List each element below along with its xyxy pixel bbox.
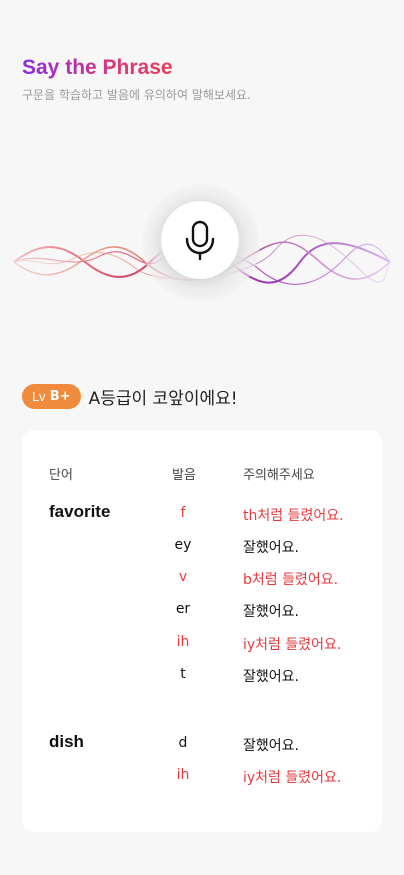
feedback-cell: iy처럼 들렸어요.: [243, 637, 342, 653]
feedback-cell: th처럼 들렸어요.: [243, 508, 344, 524]
level-badge-prefix: Lv: [32, 389, 46, 404]
level-row: Lv B+ A등급이 코앞이에요!: [22, 384, 238, 409]
microphone-icon: [185, 220, 215, 260]
phoneme-cell: v: [178, 569, 188, 585]
feedback-cell: iy처럼 들렸어요.: [243, 770, 342, 786]
level-grade: B+: [49, 389, 71, 404]
phoneme-cell: ih: [176, 634, 190, 650]
feedback-cell: 잘했어요.: [243, 669, 299, 685]
level-badge: Lv B+: [22, 384, 81, 409]
feedback-cell: 잘했어요.: [243, 540, 299, 556]
phoneme-cell: t: [180, 666, 186, 682]
feedback-cell: 잘했어요.: [243, 738, 299, 754]
column-header-word: 단어: [49, 468, 73, 483]
phoneme-cell: d: [178, 735, 188, 751]
phoneme-cell: ey: [174, 537, 192, 553]
column-header-feedback: 주의해주세요: [243, 468, 315, 483]
pronunciation-card: 단어 발음 주의해주세요 favorite f th처럼 들렸어요. ey 잘했…: [22, 430, 382, 832]
phoneme-cell: ih: [176, 767, 190, 783]
page-subtitle: 구문을 학습하고 발음에 유의하여 말해보세요.: [22, 88, 251, 102]
page-title: Say the Phrase: [22, 56, 173, 79]
word-label: dish: [49, 732, 84, 751]
phoneme-cell: er: [175, 601, 191, 617]
column-header-pronunciation: 발음: [172, 468, 196, 483]
level-message: A등급이 코앞이에요!: [88, 389, 238, 409]
feedback-cell: 잘했어요.: [243, 604, 299, 620]
word-label: favorite: [49, 502, 111, 521]
phoneme-cell: f: [180, 505, 186, 521]
feedback-cell: b처럼 들렸어요.: [243, 572, 339, 588]
record-button[interactable]: [161, 201, 239, 279]
